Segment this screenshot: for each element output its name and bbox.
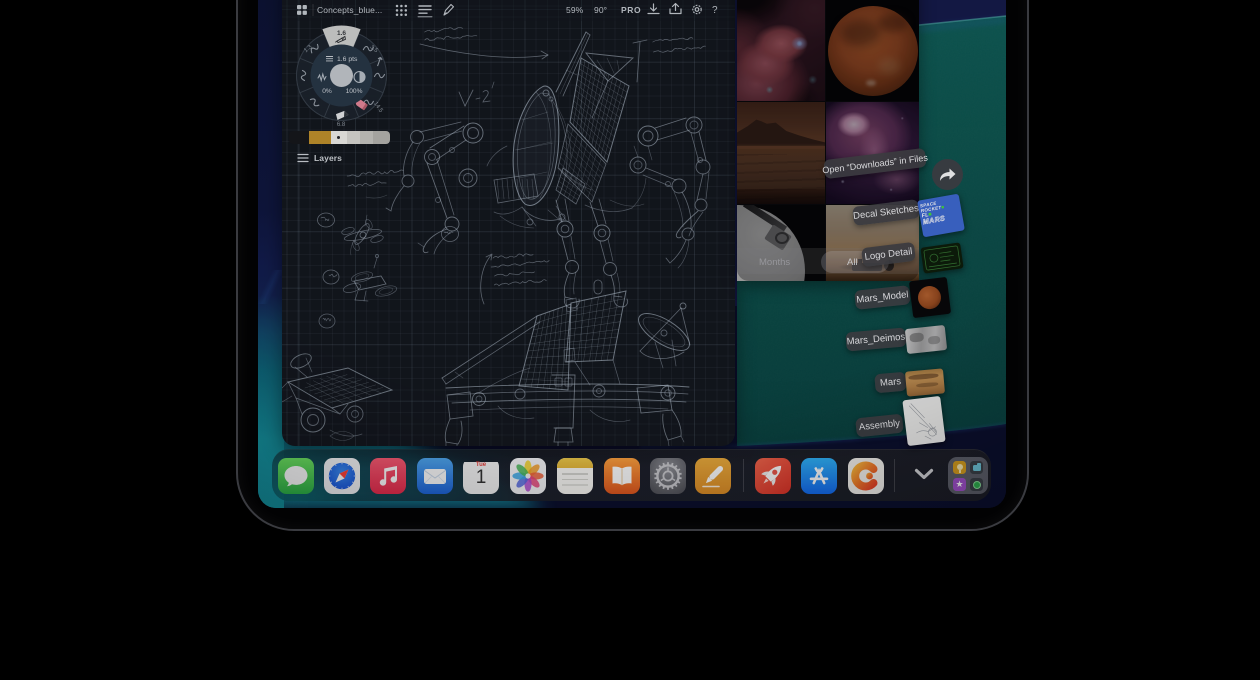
svg-text:1.6: 1.6	[337, 30, 346, 37]
svg-text:14.5: 14.5	[372, 101, 384, 115]
svg-text:100%: 100%	[346, 88, 363, 95]
svg-text:1.6 pts: 1.6 pts	[337, 56, 358, 63]
svg-text:6.8: 6.8	[337, 122, 346, 128]
svg-text:0%: 0%	[322, 88, 332, 95]
